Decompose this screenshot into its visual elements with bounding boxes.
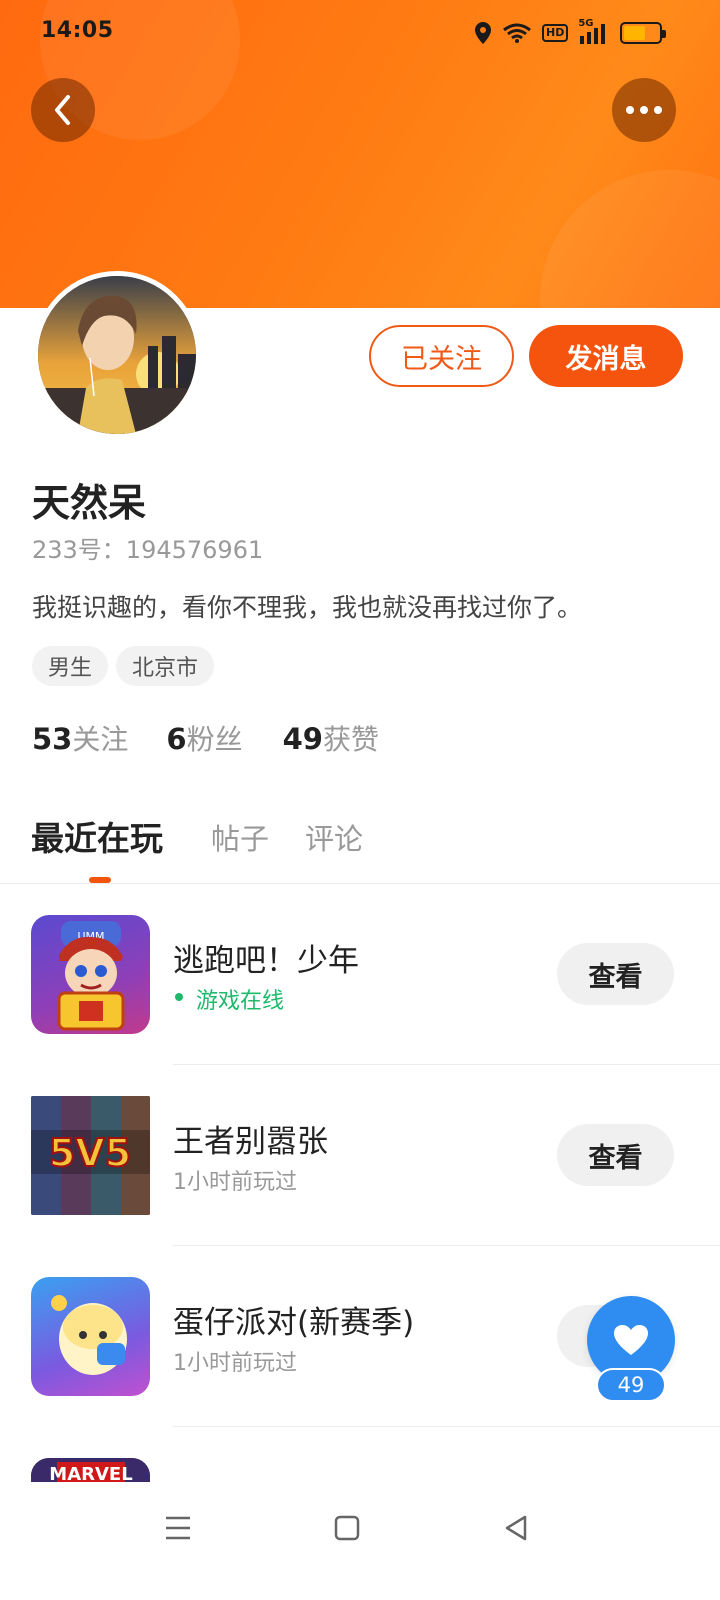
marvel-logo-text: MARVEL	[49, 1464, 132, 1482]
divider	[173, 1426, 720, 1427]
user-id: 233号：194576961	[32, 536, 264, 564]
view-game-button[interactable]: 查看	[557, 943, 674, 1005]
tab-posts[interactable]: 帖子	[211, 816, 269, 858]
game-icon: 5V5	[31, 1096, 150, 1215]
game-status: 游戏在线	[196, 989, 285, 1014]
followed-button[interactable]: 已关注	[369, 325, 514, 387]
location-icon	[475, 22, 491, 44]
profile-stats: 53 关注 6 粉丝 49 获赞	[32, 718, 405, 758]
more-horizontal-icon	[626, 106, 662, 114]
status-icons: HD 5G	[474, 18, 667, 46]
game-title: 王者别嚣张	[173, 1124, 328, 1160]
likes-count: 49	[282, 722, 323, 756]
game-status: 1小时前玩过	[173, 1351, 297, 1376]
svg-text:5V5: 5V5	[49, 1131, 131, 1175]
battery-level	[624, 26, 645, 40]
game-title: 蛋仔派对(新赛季)	[173, 1305, 415, 1341]
following-stat[interactable]: 53 关注	[32, 718, 128, 758]
menu-icon	[166, 1516, 190, 1540]
avatar-image	[38, 276, 196, 434]
view-button-label: 查看	[588, 961, 643, 993]
active-tab-indicator	[89, 877, 111, 883]
view-game-button[interactable]: 查看	[557, 1124, 674, 1186]
game-icon: UMM	[31, 915, 150, 1034]
profile-header-banner: 14:05 HD 5G	[0, 0, 720, 308]
following-count: 53	[32, 722, 73, 756]
followers-label: 粉丝	[186, 723, 243, 756]
like-count-badge: 49	[596, 1368, 666, 1402]
game-list-item[interactable]: MARVEL	[0, 1458, 720, 1482]
system-back-button[interactable]	[496, 1508, 536, 1548]
hd-icon: HD	[542, 24, 569, 42]
avatar[interactable]	[33, 271, 201, 439]
battery-icon	[620, 22, 667, 44]
followed-button-label: 已关注	[401, 343, 482, 375]
home-button[interactable]	[327, 1508, 367, 1548]
game-list-item[interactable]: UMM 逃跑吧！少年 游戏在线 查看	[0, 915, 720, 1096]
chevron-left-icon	[55, 95, 70, 125]
likes-stat[interactable]: 49 获赞	[283, 718, 379, 758]
send-message-button-label: 发消息	[565, 343, 647, 375]
game-title: 逃跑吧！少年	[173, 943, 359, 979]
home-square-icon	[334, 1515, 360, 1541]
likes-label: 获赞	[322, 723, 379, 756]
back-button[interactable]	[31, 78, 95, 142]
wifi-icon	[503, 23, 531, 43]
game-list-item[interactable]: 5V5 王者别嚣张 1小时前玩过 查看	[0, 1096, 720, 1277]
divider	[173, 1245, 720, 1246]
tab-recently-played[interactable]: 最近在玩	[31, 812, 163, 860]
following-label: 关注	[72, 723, 129, 756]
more-button[interactable]	[612, 78, 676, 142]
heart-icon	[614, 1325, 648, 1355]
profile-tabs: 最近在玩 帖子 评论	[0, 808, 720, 884]
online-status-dot	[175, 993, 183, 1001]
followers-count: 6	[166, 722, 187, 756]
bio-text: 我挺识趣的，看你不理我，我也就没再找过你了。	[32, 593, 583, 622]
view-button-label: 查看	[588, 1142, 643, 1174]
header-decoration	[540, 170, 720, 308]
system-navigation-bar	[0, 1482, 720, 1600]
back-triangle-icon	[505, 1515, 527, 1541]
location-tag: 北京市	[116, 646, 215, 686]
game-icon	[31, 1277, 150, 1396]
gender-tag: 男生	[32, 646, 109, 686]
menu-button[interactable]	[158, 1508, 198, 1548]
username: 天然呆	[32, 481, 147, 525]
tab-comments[interactable]: 评论	[305, 816, 363, 858]
status-time: 14:05	[41, 18, 114, 43]
profile-tags: 男生 北京市	[32, 646, 215, 686]
divider	[173, 1064, 720, 1065]
game-status: 1小时前玩过	[173, 1170, 297, 1195]
followers-stat[interactable]: 6 粉丝	[166, 718, 242, 758]
signal-icon: 5G	[578, 18, 610, 46]
send-message-button[interactable]: 发消息	[529, 325, 683, 387]
status-bar: 14:05 HD 5G	[0, 0, 720, 64]
game-icon: MARVEL	[31, 1458, 150, 1482]
